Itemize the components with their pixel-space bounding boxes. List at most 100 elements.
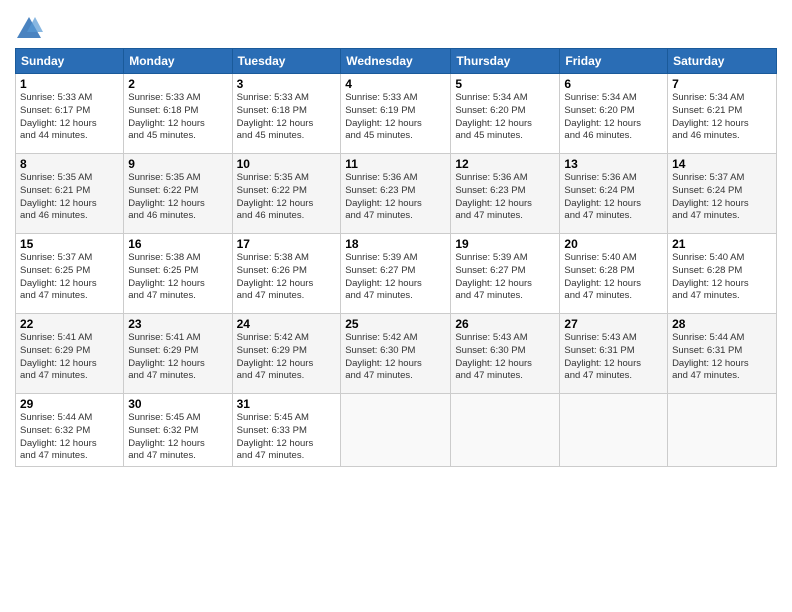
day-number: 22 [20,317,119,331]
day-info: Sunrise: 5:33 AM Sunset: 6:18 PM Dayligh… [128,92,227,143]
calendar-cell: 1Sunrise: 5:33 AM Sunset: 6:17 PM Daylig… [16,74,124,154]
calendar-cell: 30Sunrise: 5:45 AM Sunset: 6:32 PM Dayli… [124,394,232,467]
calendar-cell: 3Sunrise: 5:33 AM Sunset: 6:18 PM Daylig… [232,74,341,154]
calendar-cell: 16Sunrise: 5:38 AM Sunset: 6:25 PM Dayli… [124,234,232,314]
day-number: 11 [345,157,446,171]
day-number: 31 [237,397,337,411]
day-info: Sunrise: 5:43 AM Sunset: 6:30 PM Dayligh… [455,332,555,383]
calendar-cell: 6Sunrise: 5:34 AM Sunset: 6:20 PM Daylig… [560,74,668,154]
day-info: Sunrise: 5:42 AM Sunset: 6:29 PM Dayligh… [237,332,337,383]
calendar-cell: 19Sunrise: 5:39 AM Sunset: 6:27 PM Dayli… [451,234,560,314]
day-info: Sunrise: 5:36 AM Sunset: 6:24 PM Dayligh… [564,172,663,223]
day-info: Sunrise: 5:36 AM Sunset: 6:23 PM Dayligh… [455,172,555,223]
day-info: Sunrise: 5:35 AM Sunset: 6:22 PM Dayligh… [237,172,337,223]
calendar-cell [668,394,777,467]
day-number: 26 [455,317,555,331]
calendar-cell: 7Sunrise: 5:34 AM Sunset: 6:21 PM Daylig… [668,74,777,154]
day-number: 9 [128,157,227,171]
calendar-cell: 14Sunrise: 5:37 AM Sunset: 6:24 PM Dayli… [668,154,777,234]
day-number: 23 [128,317,227,331]
calendar-cell: 23Sunrise: 5:41 AM Sunset: 6:29 PM Dayli… [124,314,232,394]
weekday-monday: Monday [124,49,232,74]
calendar-cell: 22Sunrise: 5:41 AM Sunset: 6:29 PM Dayli… [16,314,124,394]
calendar-cell: 28Sunrise: 5:44 AM Sunset: 6:31 PM Dayli… [668,314,777,394]
day-number: 6 [564,77,663,91]
day-number: 3 [237,77,337,91]
header [15,10,777,42]
calendar-cell [560,394,668,467]
day-number: 21 [672,237,772,251]
day-info: Sunrise: 5:43 AM Sunset: 6:31 PM Dayligh… [564,332,663,383]
calendar-cell: 9Sunrise: 5:35 AM Sunset: 6:22 PM Daylig… [124,154,232,234]
day-info: Sunrise: 5:38 AM Sunset: 6:25 PM Dayligh… [128,252,227,303]
day-info: Sunrise: 5:39 AM Sunset: 6:27 PM Dayligh… [455,252,555,303]
day-number: 1 [20,77,119,91]
day-info: Sunrise: 5:41 AM Sunset: 6:29 PM Dayligh… [20,332,119,383]
day-number: 29 [20,397,119,411]
calendar-cell: 15Sunrise: 5:37 AM Sunset: 6:25 PM Dayli… [16,234,124,314]
day-info: Sunrise: 5:33 AM Sunset: 6:18 PM Dayligh… [237,92,337,143]
day-number: 7 [672,77,772,91]
calendar-cell: 24Sunrise: 5:42 AM Sunset: 6:29 PM Dayli… [232,314,341,394]
day-number: 19 [455,237,555,251]
weekday-wednesday: Wednesday [341,49,451,74]
day-number: 27 [564,317,663,331]
day-info: Sunrise: 5:34 AM Sunset: 6:20 PM Dayligh… [455,92,555,143]
day-info: Sunrise: 5:33 AM Sunset: 6:17 PM Dayligh… [20,92,119,143]
calendar-cell: 18Sunrise: 5:39 AM Sunset: 6:27 PM Dayli… [341,234,451,314]
day-info: Sunrise: 5:35 AM Sunset: 6:22 PM Dayligh… [128,172,227,223]
day-info: Sunrise: 5:44 AM Sunset: 6:32 PM Dayligh… [20,412,119,463]
calendar-cell: 12Sunrise: 5:36 AM Sunset: 6:23 PM Dayli… [451,154,560,234]
day-number: 25 [345,317,446,331]
day-info: Sunrise: 5:39 AM Sunset: 6:27 PM Dayligh… [345,252,446,303]
page-container: SundayMondayTuesdayWednesdayThursdayFrid… [0,0,792,477]
day-number: 4 [345,77,446,91]
calendar-cell: 2Sunrise: 5:33 AM Sunset: 6:18 PM Daylig… [124,74,232,154]
day-number: 24 [237,317,337,331]
calendar-cell [451,394,560,467]
day-info: Sunrise: 5:45 AM Sunset: 6:33 PM Dayligh… [237,412,337,463]
day-number: 16 [128,237,227,251]
calendar-cell: 25Sunrise: 5:42 AM Sunset: 6:30 PM Dayli… [341,314,451,394]
day-info: Sunrise: 5:40 AM Sunset: 6:28 PM Dayligh… [672,252,772,303]
weekday-thursday: Thursday [451,49,560,74]
day-info: Sunrise: 5:34 AM Sunset: 6:20 PM Dayligh… [564,92,663,143]
day-number: 20 [564,237,663,251]
weekday-header-row: SundayMondayTuesdayWednesdayThursdayFrid… [16,49,777,74]
day-info: Sunrise: 5:38 AM Sunset: 6:26 PM Dayligh… [237,252,337,303]
day-number: 2 [128,77,227,91]
day-info: Sunrise: 5:42 AM Sunset: 6:30 PM Dayligh… [345,332,446,383]
day-number: 17 [237,237,337,251]
day-info: Sunrise: 5:45 AM Sunset: 6:32 PM Dayligh… [128,412,227,463]
calendar-cell: 26Sunrise: 5:43 AM Sunset: 6:30 PM Dayli… [451,314,560,394]
day-number: 15 [20,237,119,251]
day-number: 30 [128,397,227,411]
calendar-cell: 8Sunrise: 5:35 AM Sunset: 6:21 PM Daylig… [16,154,124,234]
day-number: 28 [672,317,772,331]
calendar-cell [341,394,451,467]
day-info: Sunrise: 5:33 AM Sunset: 6:19 PM Dayligh… [345,92,446,143]
calendar-cell: 29Sunrise: 5:44 AM Sunset: 6:32 PM Dayli… [16,394,124,467]
calendar-cell: 10Sunrise: 5:35 AM Sunset: 6:22 PM Dayli… [232,154,341,234]
calendar-cell: 13Sunrise: 5:36 AM Sunset: 6:24 PM Dayli… [560,154,668,234]
calendar-cell: 21Sunrise: 5:40 AM Sunset: 6:28 PM Dayli… [668,234,777,314]
day-info: Sunrise: 5:40 AM Sunset: 6:28 PM Dayligh… [564,252,663,303]
day-info: Sunrise: 5:41 AM Sunset: 6:29 PM Dayligh… [128,332,227,383]
calendar-cell: 4Sunrise: 5:33 AM Sunset: 6:19 PM Daylig… [341,74,451,154]
calendar-body: 1Sunrise: 5:33 AM Sunset: 6:17 PM Daylig… [16,74,777,467]
day-info: Sunrise: 5:36 AM Sunset: 6:23 PM Dayligh… [345,172,446,223]
weekday-saturday: Saturday [668,49,777,74]
day-number: 10 [237,157,337,171]
day-number: 18 [345,237,446,251]
calendar-cell: 5Sunrise: 5:34 AM Sunset: 6:20 PM Daylig… [451,74,560,154]
day-info: Sunrise: 5:44 AM Sunset: 6:31 PM Dayligh… [672,332,772,383]
day-number: 12 [455,157,555,171]
day-number: 14 [672,157,772,171]
weekday-tuesday: Tuesday [232,49,341,74]
day-info: Sunrise: 5:37 AM Sunset: 6:25 PM Dayligh… [20,252,119,303]
calendar-table: SundayMondayTuesdayWednesdayThursdayFrid… [15,48,777,467]
day-info: Sunrise: 5:35 AM Sunset: 6:21 PM Dayligh… [20,172,119,223]
calendar-cell: 31Sunrise: 5:45 AM Sunset: 6:33 PM Dayli… [232,394,341,467]
day-number: 13 [564,157,663,171]
weekday-friday: Friday [560,49,668,74]
